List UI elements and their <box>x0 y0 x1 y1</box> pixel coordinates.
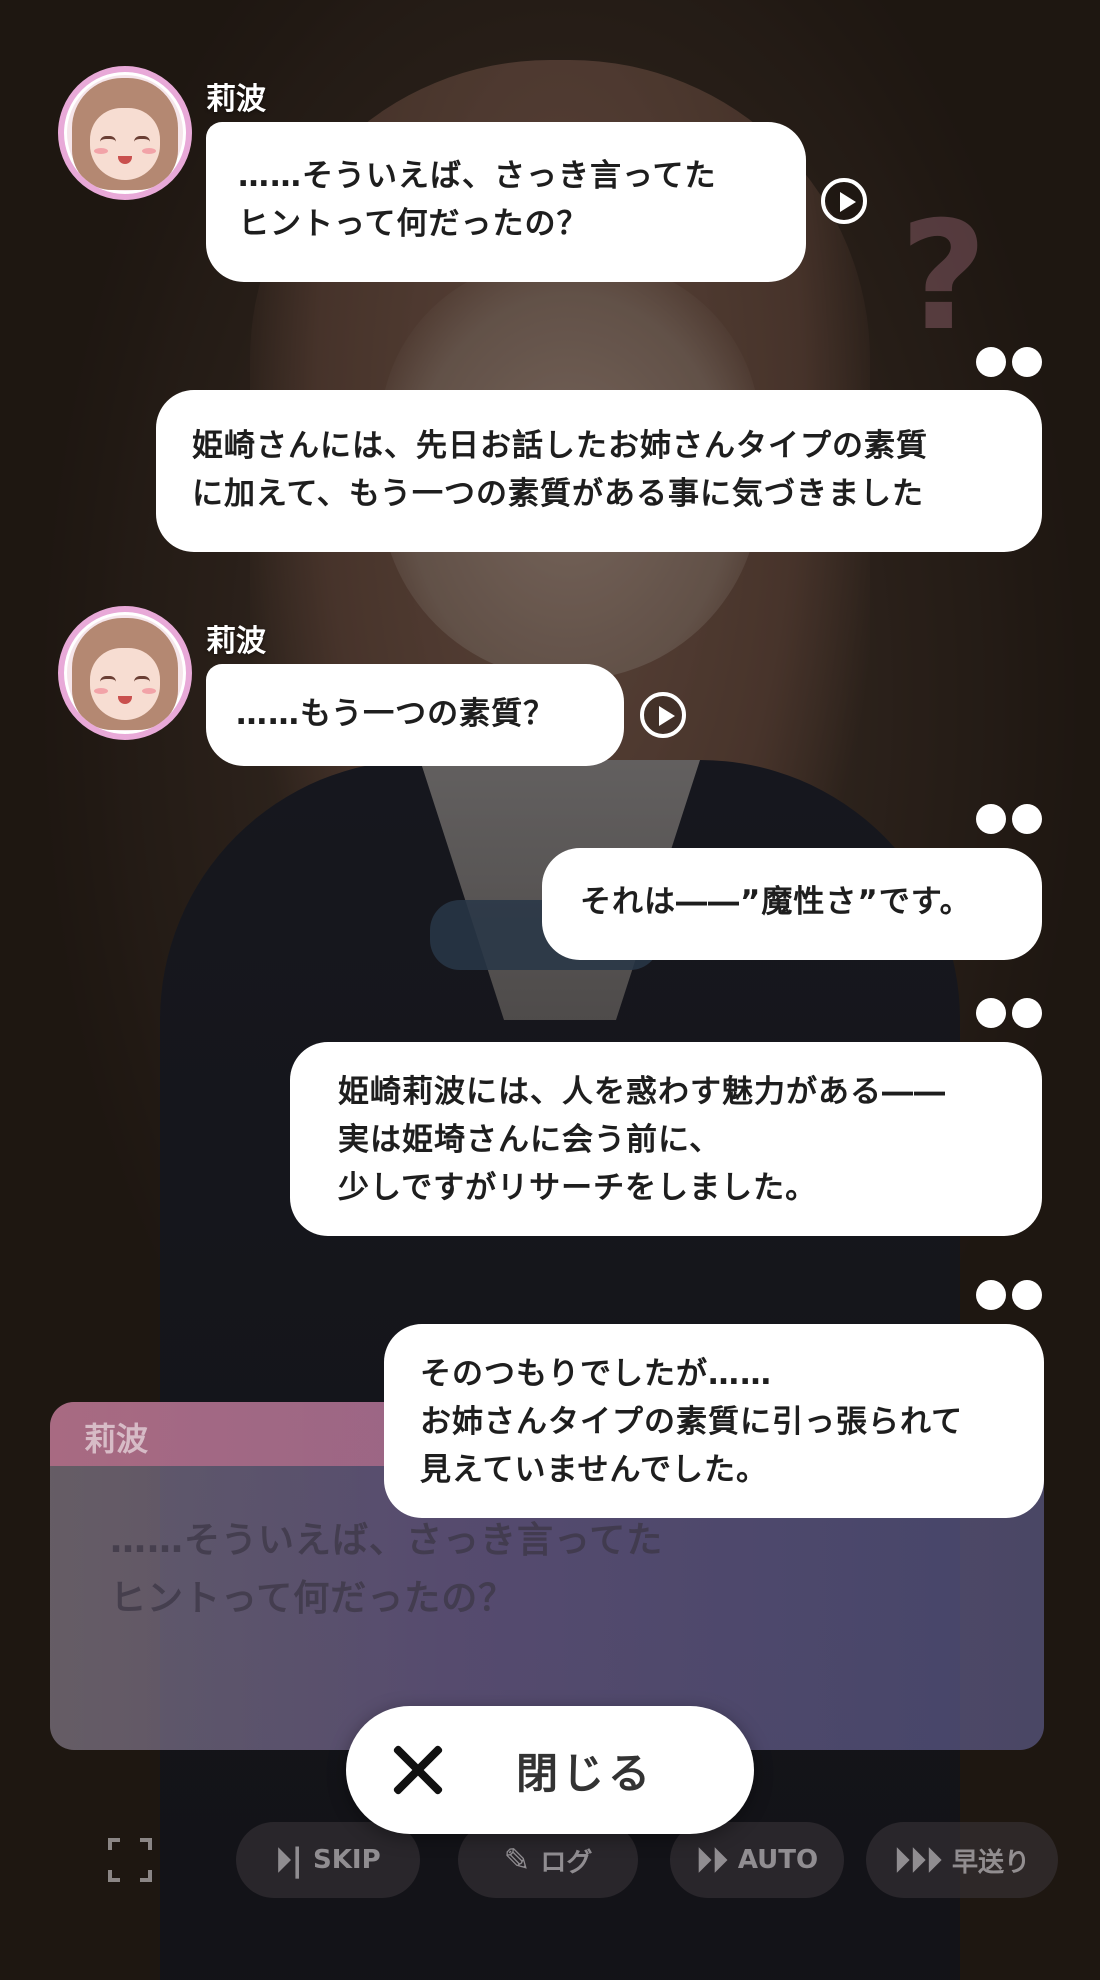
more-dots-icon <box>976 1280 1042 1310</box>
close-button[interactable]: 閉じる <box>346 1706 754 1834</box>
fast-forward-label: 早送り <box>952 1847 1031 1878</box>
more-dots-icon <box>976 998 1042 1028</box>
close-icon <box>390 1742 446 1798</box>
fullscreen-icon[interactable] <box>108 1838 152 1882</box>
more-dots-icon <box>976 347 1042 377</box>
log-icon: ✎ <box>503 1841 531 1879</box>
speech-bubble: ……もう一つの素質？ <box>206 664 624 766</box>
auto-label: AUTO <box>737 1845 819 1875</box>
speaker-name: 莉波 <box>206 82 266 117</box>
more-dots-icon <box>976 804 1042 834</box>
log-label: ログ <box>540 1847 593 1878</box>
speech-bubble: 姫崎莉波には、人を惑わす魅力がある―― 実は姫埼さんに会う前に、 少しですがリサ… <box>290 1042 1042 1236</box>
speech-bubble: それは――”魔性さ”です。 <box>542 848 1042 960</box>
skip-label: SKIP <box>313 1845 381 1875</box>
speech-bubble: ……そういえば、さっき言ってた ヒントって何だったの？ <box>206 122 806 282</box>
skip-button[interactable]: ⏵| SKIP <box>236 1822 420 1898</box>
close-button-label: 閉じる <box>516 1749 655 1798</box>
avatar <box>58 66 192 200</box>
skip-icon: ⏵| <box>275 1840 304 1879</box>
speaker-name: 莉波 <box>206 624 266 659</box>
fast-forward-button[interactable]: ⏵⏵⏵ 早送り <box>866 1822 1058 1898</box>
speech-bubble: 姫崎さんには、先日お話したお姉さんタイプの素質 に加えて、もう一つの素質がある事… <box>156 390 1042 552</box>
avatar <box>58 606 192 740</box>
message-window-speaker: 莉波 <box>84 1420 149 1458</box>
auto-icon: ⏵⏵ <box>695 1840 728 1879</box>
play-icon[interactable] <box>821 178 867 224</box>
fast-forward-icon: ⏵⏵⏵ <box>893 1840 942 1879</box>
play-icon[interactable] <box>640 692 686 738</box>
message-window-text: ……そういえば、さっき言ってた ヒントって何だったの？ <box>110 1520 664 1619</box>
speech-bubble: そのつもりでしたが…… お姉さんタイプの素質に引っ張られて 見えていませんでした… <box>384 1324 1044 1518</box>
